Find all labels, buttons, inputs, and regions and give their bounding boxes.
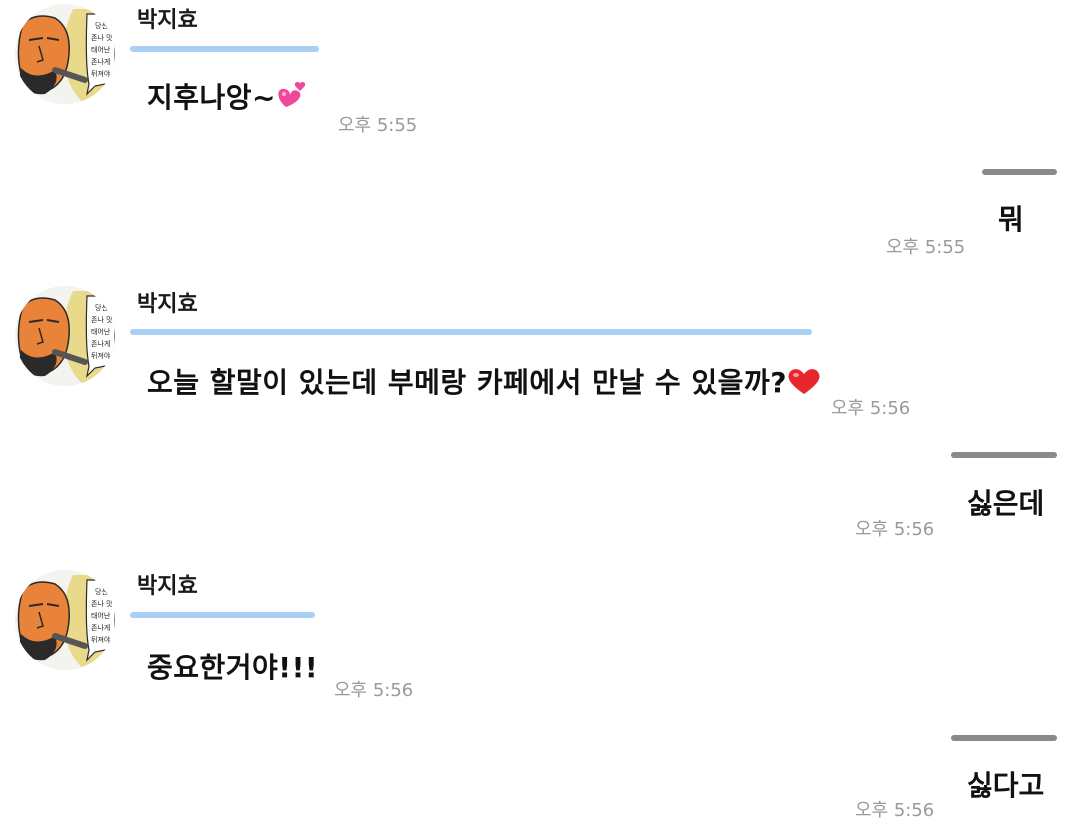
message-text-content: 지후나앙~: [147, 81, 277, 114]
heart-sparkle-icon: [276, 81, 308, 118]
message-time: 오후 5:56: [855, 519, 935, 540]
avatar[interactable]: 당신 존나 맛 태어난 존나게 뒤져야: [15, 4, 115, 104]
avatar-illustration: 당신 존나 맛 태어난 존나게 뒤져야: [15, 286, 115, 386]
message-text[interactable]: 뭐: [998, 198, 1024, 238]
message-time: 오후 5:56: [334, 680, 414, 701]
sender-name: 박지효: [137, 574, 198, 599]
avatar-caption-line: 존나게: [91, 339, 110, 348]
message-text-content: 오늘 할말이 있는데 부메랑 카페에서 만날 수 있을까?: [147, 366, 787, 399]
sender-name: 박지효: [137, 292, 198, 317]
avatar-caption-line: 당신: [95, 21, 108, 30]
message-text[interactable]: 오늘 할말이 있는데 부메랑 카페에서 만날 수 있을까?: [147, 361, 821, 402]
avatar-caption-line: 존나게: [91, 57, 110, 66]
avatar-caption-line: 뒤져야: [91, 69, 111, 78]
avatar-caption-line: 뒤져야: [91, 351, 111, 360]
message-time: 오후 5:56: [831, 398, 911, 419]
avatar-caption-line: 존나 맛: [91, 33, 113, 42]
message-row-outgoing: 싫은데 오후 5:56: [0, 440, 1080, 560]
message-row-incoming: 당신 존나 맛 태어난 존나게 뒤져야 박지효 오늘 할말이 있는데 부메랑 카…: [0, 282, 1080, 432]
message-row-incoming: 당신 존나 맛 태어난 존나게 뒤져야 박지효 중요한거야!!! 오후 5:56: [0, 566, 1080, 716]
message-text[interactable]: 싫은데: [967, 482, 1044, 522]
incoming-bubble-edge: [130, 612, 315, 618]
message-text[interactable]: 싫다고: [967, 764, 1044, 804]
avatar-caption-line: 태어난: [91, 45, 111, 54]
avatar-illustration: 당신 존나 맛 태어난 존나게 뒤져야: [15, 4, 115, 104]
avatar-caption-line: 존나게: [91, 623, 110, 632]
incoming-bubble-edge: [130, 329, 812, 335]
message-time: 오후 5:55: [886, 237, 966, 258]
avatar[interactable]: 당신 존나 맛 태어난 존나게 뒤져야: [15, 570, 115, 670]
outgoing-bubble-edge: [951, 735, 1057, 741]
avatar-caption-line: 당신: [95, 587, 108, 596]
sender-name: 박지효: [137, 8, 198, 33]
avatar-caption-line: 태어난: [91, 327, 111, 336]
incoming-bubble-edge: [130, 46, 319, 52]
avatar-caption-line: 존나 맛: [91, 315, 113, 324]
avatar-caption-line: 태어난: [91, 611, 111, 620]
avatar-caption-line: 당신: [95, 303, 108, 312]
message-text[interactable]: 지후나앙~: [147, 76, 308, 118]
message-time: 오후 5:56: [855, 800, 935, 821]
avatar-caption-line: 존나 맛: [91, 599, 113, 608]
message-row-outgoing: 싫다고 오후 5:56: [0, 724, 1080, 821]
avatar-illustration: 당신 존나 맛 태어난 존나게 뒤져야: [15, 570, 115, 670]
red-heart-icon: [787, 367, 821, 402]
message-row-outgoing: 뭐 오후 5:55: [0, 150, 1080, 270]
message-text[interactable]: 중요한거야!!!: [147, 646, 318, 686]
outgoing-bubble-edge: [951, 452, 1057, 458]
message-time: 오후 5:55: [338, 115, 418, 136]
message-row-incoming: 당신 존나 맛 태어난 존나게 뒤져야 박지효 지후나앙~ 오후 5:55: [0, 0, 1080, 150]
avatar[interactable]: 당신 존나 맛 태어난 존나게 뒤져야: [15, 286, 115, 386]
avatar-caption-line: 뒤져야: [91, 635, 111, 644]
outgoing-bubble-edge: [982, 169, 1057, 175]
